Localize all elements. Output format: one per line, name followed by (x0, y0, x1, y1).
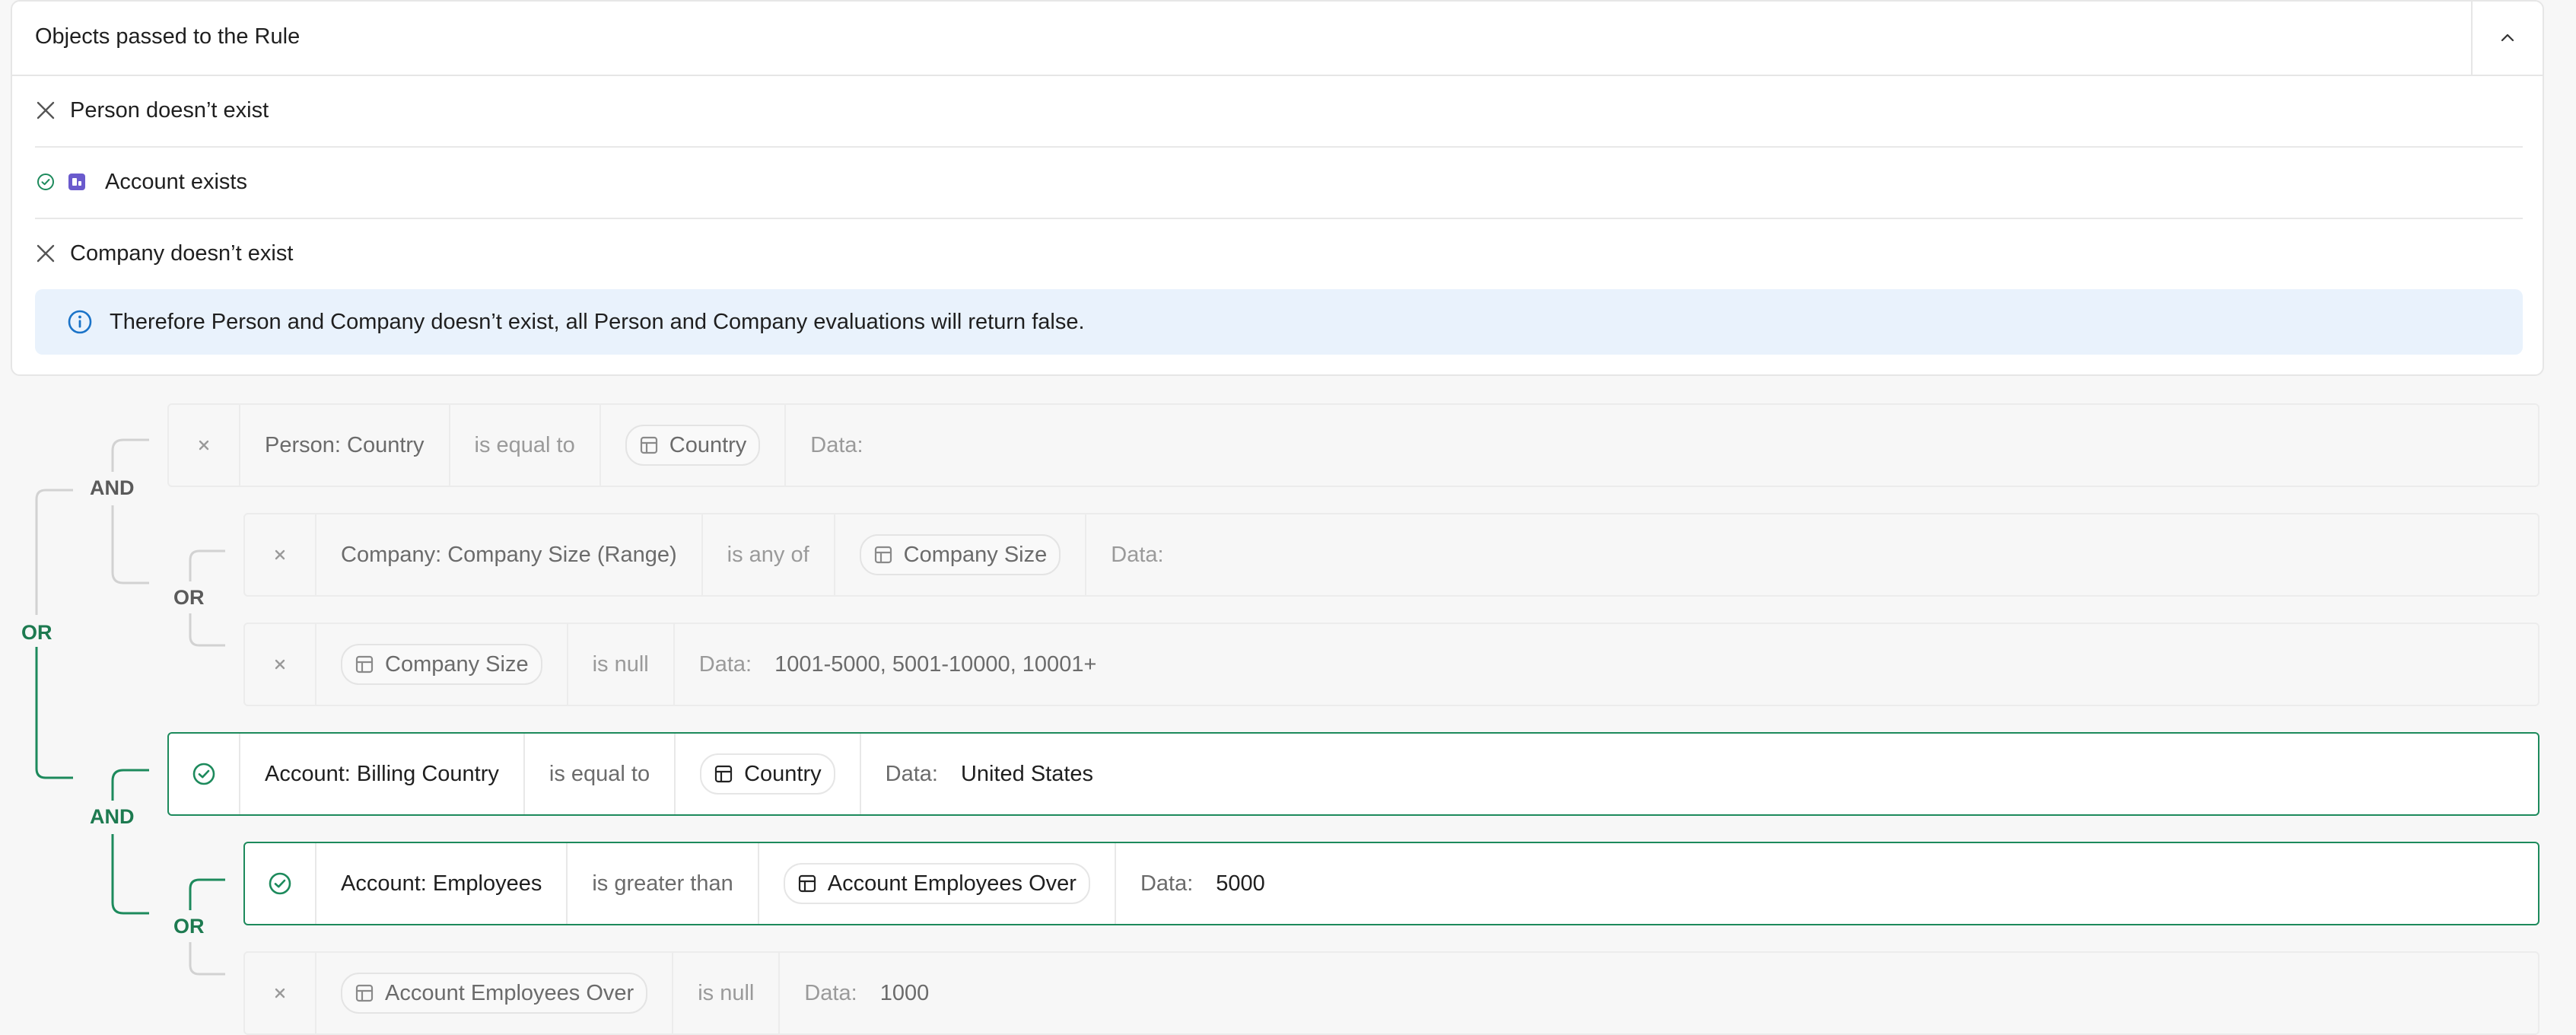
check-circle-icon (269, 872, 291, 895)
table-icon (714, 764, 733, 784)
fail-status (245, 514, 316, 595)
logic-or-group1: OR (173, 586, 205, 609)
pass-status (169, 734, 240, 814)
data-value: 1000 (879, 980, 930, 1005)
condition-row[interactable]: Account: Billing Country is equal to Cou… (167, 732, 2539, 816)
value-chip: Account Employees Over (783, 863, 1090, 904)
fail-status (245, 624, 316, 705)
table-icon (639, 435, 659, 455)
condition-field: Company: Company Size (Range) (316, 514, 703, 595)
fail-status (169, 405, 240, 486)
condition-row[interactable]: Person: Country is equal to Country Data… (167, 403, 2539, 487)
condition-operator: is any of (703, 514, 835, 595)
logic-and-group2: AND (90, 805, 135, 828)
table-icon (355, 654, 374, 674)
close-icon (275, 988, 285, 998)
condition-row[interactable]: Company: Company Size (Range) is any of … (243, 513, 2539, 597)
value-chip-label: Company Size (385, 651, 529, 677)
condition-operator: is null (673, 953, 781, 1033)
close-icon (199, 440, 209, 451)
data-value: United States (960, 761, 1094, 786)
logic-or-group2: OR (173, 915, 205, 938)
data-label: Data: (698, 651, 752, 677)
value-chip: Country (700, 753, 835, 795)
value-chip: Company Size (859, 534, 1061, 575)
data-label: Data: (1140, 871, 1194, 896)
data-value: 5000 (1216, 871, 1265, 896)
condition-field: Account: Billing Country (240, 734, 525, 814)
data-value: 1001-5000, 5001-10000, 10001+ (774, 651, 1097, 677)
value-chip-label: Company Size (903, 542, 1048, 567)
check-circle-icon (192, 763, 215, 785)
condition-operator: is equal to (525, 734, 676, 814)
pass-status (245, 843, 316, 924)
fail-status (245, 953, 316, 1033)
condition-field: Person: Country (240, 405, 450, 486)
value-chip: Country (625, 425, 761, 466)
value-chip: Company Size (341, 644, 542, 685)
data-label: Data: (885, 761, 938, 786)
condition-field: Account: Employees (316, 843, 568, 924)
condition-operator: is null (568, 624, 675, 705)
data-label: Data: (804, 980, 857, 1005)
table-icon (873, 545, 893, 565)
logic-or-top: OR (21, 621, 52, 644)
condition-row[interactable]: Company Size is null Data: 1001-5000, 50… (243, 623, 2539, 706)
condition-row[interactable]: Account Employees Over is null Data: 100… (243, 951, 2539, 1035)
table-icon (355, 983, 374, 1003)
value-chip: Account Employees Over (341, 973, 648, 1014)
condition-row[interactable]: Account: Employees is greater than Accou… (243, 842, 2539, 925)
value-chip-label: Country (669, 432, 747, 457)
data-label: Data: (1111, 542, 1164, 567)
logic-and-group1: AND (90, 476, 135, 499)
data-label: Data: (810, 432, 863, 457)
value-chip-label: Account Employees Over (827, 871, 1077, 896)
close-icon (275, 659, 285, 670)
table-icon (797, 874, 817, 893)
close-icon (275, 549, 285, 560)
value-chip-label: Account Employees Over (385, 980, 634, 1005)
value-chip-label: Country (744, 761, 822, 786)
condition-operator: is equal to (450, 405, 601, 486)
condition-operator: is greater than (568, 843, 759, 924)
